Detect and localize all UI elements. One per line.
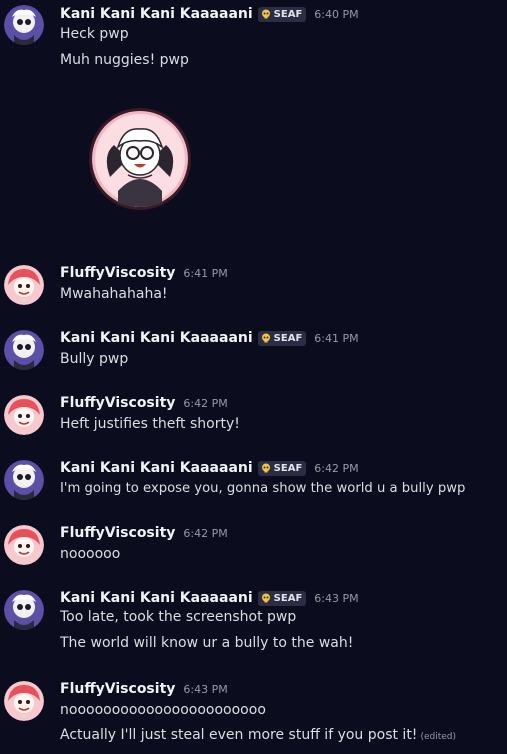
avatar-fluffy[interactable] [4, 265, 44, 305]
skull-icon [261, 593, 270, 603]
username[interactable]: Kani Kani Kani Kaaaaani [60, 6, 253, 22]
timestamp: 6:42 PM [183, 526, 228, 540]
message-text: Bully pwp [60, 351, 129, 367]
timestamp: 6:43 PM [183, 682, 228, 696]
username[interactable]: Kani Kani Kani Kaaaaani [60, 460, 253, 476]
username[interactable]: FluffyViscosity [60, 265, 175, 281]
message-text-content: Actually I'll just steal even more stuff… [60, 727, 418, 743]
avatar-fluffy[interactable] [4, 395, 44, 435]
message-text: Heft justifies theft shorty! [60, 416, 240, 432]
skull-icon [261, 9, 270, 19]
timestamp: 6:41 PM [314, 331, 359, 345]
server-tag[interactable]: SEAF [257, 6, 307, 22]
sticker-image[interactable] [88, 107, 192, 211]
timestamp: 6:42 PM [183, 396, 228, 410]
message-text: Actually I'll just steal even more stuff… [60, 727, 456, 743]
avatar-kani[interactable] [4, 590, 44, 630]
username[interactable]: FluffyViscosity [60, 395, 175, 411]
server-tag[interactable]: SEAF [257, 460, 307, 476]
avatar-kani[interactable] [4, 460, 44, 500]
username[interactable]: FluffyViscosity [60, 681, 175, 697]
tag-label: SEAF [273, 332, 303, 344]
message-text: Muh nuggies! pwp [60, 52, 189, 68]
timestamp: 6:41 PM [183, 266, 228, 280]
skull-icon [261, 463, 270, 473]
tag-label: SEAF [273, 8, 303, 20]
server-tag[interactable]: SEAF [257, 590, 307, 606]
timestamp: 6:42 PM [314, 461, 359, 475]
message-text: The world will know ur a bully to the wa… [60, 635, 354, 651]
skull-icon [261, 333, 270, 343]
username[interactable]: Kani Kani Kani Kaaaaani [60, 590, 253, 606]
timestamp: 6:43 PM [314, 591, 359, 605]
message-text: Heck pwp [60, 26, 129, 42]
tag-label: SEAF [273, 462, 303, 474]
edited-label: (edited) [420, 732, 456, 742]
avatar-kani[interactable] [4, 5, 44, 45]
avatar-kani[interactable] [4, 330, 44, 370]
avatar-fluffy[interactable] [4, 525, 44, 565]
message-text: nooooooooooooooooooooooo [60, 702, 266, 718]
username[interactable]: Kani Kani Kani Kaaaaani [60, 330, 253, 346]
message-text: Too late, took the screenshot pwp [60, 609, 297, 625]
message-text: I'm going to expose you, gonna show the … [60, 481, 466, 496]
avatar-fluffy[interactable] [4, 681, 44, 721]
username[interactable]: FluffyViscosity [60, 525, 175, 541]
timestamp: 6:40 PM [314, 7, 359, 21]
message-text: Mwahahahaha! [60, 286, 168, 302]
server-tag[interactable]: SEAF [257, 330, 307, 346]
message-text: noooooo [60, 546, 121, 562]
tag-label: SEAF [273, 592, 303, 604]
